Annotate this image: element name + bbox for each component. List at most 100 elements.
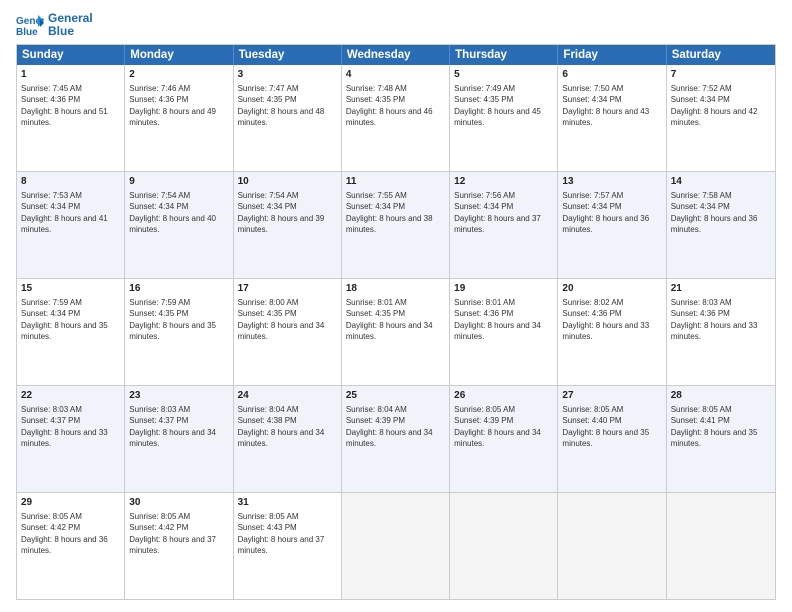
calendar-cell: 24Sunrise: 8:04 AMSunset: 4:38 PMDayligh… (234, 386, 342, 492)
calendar-cell: 8 Sunrise: 7:53 AMSunset: 4:34 PMDaylight… (17, 172, 125, 278)
day-number: 27 (562, 389, 661, 403)
calendar-cell (667, 493, 775, 599)
cell-text: Sunrise: 8:05 AMSunset: 4:42 PMDaylight:… (129, 512, 216, 555)
calendar-header-cell: Sunday (17, 45, 125, 65)
calendar-cell: 31 Sunrise: 8:05 AMSunset: 4:43 PMDayligh… (234, 493, 342, 599)
cell-text: Sunrise: 7:48 AMSunset: 4:35 PMDaylight:… (346, 84, 433, 127)
calendar-cell: 1 Sunrise: 7:45 AMSunset: 4:36 PMDaylight… (17, 65, 125, 171)
calendar-cell: 23Sunrise: 8:03 AMSunset: 4:37 PMDayligh… (125, 386, 233, 492)
cell-text: Sunrise: 8:05 AMSunset: 4:41 PMDaylight:… (671, 405, 758, 448)
day-number: 3 (238, 68, 337, 82)
calendar-cell: 13 Sunrise: 7:57 AMSunset: 4:34 PMDayligh… (558, 172, 666, 278)
cell-text: Sunrise: 7:57 AMSunset: 4:34 PMDaylight:… (562, 191, 649, 234)
day-number: 19 (454, 282, 553, 296)
calendar-cell: 5Sunrise: 7:49 AMSunset: 4:35 PMDaylight… (450, 65, 558, 171)
calendar-cell: 6 Sunrise: 7:50 AMSunset: 4:34 PMDaylight… (558, 65, 666, 171)
day-number: 15 (21, 282, 120, 296)
page-header: General Blue General Blue (16, 12, 776, 38)
calendar-week: 1 Sunrise: 7:45 AMSunset: 4:36 PMDaylight… (17, 65, 775, 172)
calendar-header-cell: Wednesday (342, 45, 450, 65)
calendar-cell: 25 Sunrise: 8:04 AMSunset: 4:39 PMDayligh… (342, 386, 450, 492)
cell-text: Sunrise: 8:05 AMSunset: 4:43 PMDaylight:… (238, 512, 325, 555)
calendar-cell (342, 493, 450, 599)
calendar-week: 22Sunrise: 8:03 AMSunset: 4:37 PMDayligh… (17, 386, 775, 493)
day-number: 13 (562, 175, 661, 189)
calendar-cell: 7 Sunrise: 7:52 AMSunset: 4:34 PMDaylight… (667, 65, 775, 171)
calendar-header-cell: Saturday (667, 45, 775, 65)
calendar-cell: 26 Sunrise: 8:05 AMSunset: 4:39 PMDayligh… (450, 386, 558, 492)
calendar-cell: 4 Sunrise: 7:48 AMSunset: 4:35 PMDaylight… (342, 65, 450, 171)
calendar-week: 8 Sunrise: 7:53 AMSunset: 4:34 PMDaylight… (17, 172, 775, 279)
day-number: 22 (21, 389, 120, 403)
cell-text: Sunrise: 8:05 AMSunset: 4:40 PMDaylight:… (562, 405, 649, 448)
calendar-cell (450, 493, 558, 599)
day-number: 31 (238, 496, 337, 510)
calendar-cell: 11 Sunrise: 7:55 AMSunset: 4:34 PMDayligh… (342, 172, 450, 278)
day-number: 20 (562, 282, 661, 296)
calendar-body: 1 Sunrise: 7:45 AMSunset: 4:36 PMDaylight… (17, 65, 775, 599)
cell-text: Sunrise: 8:05 AMSunset: 4:42 PMDaylight:… (21, 512, 108, 555)
calendar-cell: 17Sunrise: 8:00 AMSunset: 4:35 PMDayligh… (234, 279, 342, 385)
day-number: 4 (346, 68, 445, 82)
cell-text: Sunrise: 8:04 AMSunset: 4:39 PMDaylight:… (346, 405, 433, 448)
calendar-week: 29Sunrise: 8:05 AMSunset: 4:42 PMDayligh… (17, 493, 775, 599)
calendar-cell: 3 Sunrise: 7:47 AMSunset: 4:35 PMDaylight… (234, 65, 342, 171)
calendar-cell: 19 Sunrise: 8:01 AMSunset: 4:36 PMDayligh… (450, 279, 558, 385)
calendar-cell: 14 Sunrise: 7:58 AMSunset: 4:34 PMDayligh… (667, 172, 775, 278)
calendar-header-cell: Friday (558, 45, 666, 65)
calendar-cell: 2 Sunrise: 7:46 AMSunset: 4:36 PMDaylight… (125, 65, 233, 171)
cell-text: Sunrise: 7:45 AMSunset: 4:36 PMDaylight:… (21, 84, 108, 127)
day-number: 7 (671, 68, 771, 82)
cell-text: Sunrise: 7:58 AMSunset: 4:34 PMDaylight:… (671, 191, 758, 234)
cell-text: Sunrise: 7:54 AMSunset: 4:34 PMDaylight:… (238, 191, 325, 234)
cell-text: Sunrise: 8:01 AMSunset: 4:35 PMDaylight:… (346, 298, 433, 341)
day-number: 18 (346, 282, 445, 296)
cell-text: Sunrise: 7:52 AMSunset: 4:34 PMDaylight:… (671, 84, 758, 127)
day-number: 21 (671, 282, 771, 296)
cell-text: Sunrise: 7:54 AMSunset: 4:34 PMDaylight:… (129, 191, 216, 234)
logo-text-blue: Blue (48, 25, 93, 38)
day-number: 1 (21, 68, 120, 82)
day-number: 14 (671, 175, 771, 189)
calendar-header-cell: Tuesday (234, 45, 342, 65)
cell-text: Sunrise: 8:05 AMSunset: 4:39 PMDaylight:… (454, 405, 541, 448)
day-number: 10 (238, 175, 337, 189)
calendar-cell: 22Sunrise: 8:03 AMSunset: 4:37 PMDayligh… (17, 386, 125, 492)
calendar-cell: 16 Sunrise: 7:59 AMSunset: 4:35 PMDayligh… (125, 279, 233, 385)
day-number: 17 (238, 282, 337, 296)
calendar-week: 15 Sunrise: 7:59 AMSunset: 4:34 PMDayligh… (17, 279, 775, 386)
day-number: 9 (129, 175, 228, 189)
cell-text: Sunrise: 8:02 AMSunset: 4:36 PMDaylight:… (562, 298, 649, 341)
calendar-cell: 28Sunrise: 8:05 AMSunset: 4:41 PMDayligh… (667, 386, 775, 492)
day-number: 16 (129, 282, 228, 296)
calendar-cell (558, 493, 666, 599)
day-number: 5 (454, 68, 553, 82)
calendar-cell: 27 Sunrise: 8:05 AMSunset: 4:40 PMDayligh… (558, 386, 666, 492)
cell-text: Sunrise: 7:55 AMSunset: 4:34 PMDaylight:… (346, 191, 433, 234)
calendar-header-cell: Monday (125, 45, 233, 65)
day-number: 26 (454, 389, 553, 403)
day-number: 8 (21, 175, 120, 189)
day-number: 2 (129, 68, 228, 82)
logo: General Blue General Blue (16, 12, 93, 38)
day-number: 25 (346, 389, 445, 403)
cell-text: Sunrise: 7:46 AMSunset: 4:36 PMDaylight:… (129, 84, 216, 127)
cell-text: Sunrise: 7:59 AMSunset: 4:35 PMDaylight:… (129, 298, 216, 341)
cell-text: Sunrise: 7:47 AMSunset: 4:35 PMDaylight:… (238, 84, 325, 127)
day-number: 12 (454, 175, 553, 189)
calendar-header-cell: Thursday (450, 45, 558, 65)
cell-text: Sunrise: 8:01 AMSunset: 4:36 PMDaylight:… (454, 298, 541, 341)
day-number: 11 (346, 175, 445, 189)
cell-text: Sunrise: 7:53 AMSunset: 4:34 PMDaylight:… (21, 191, 108, 234)
logo-icon: General Blue (16, 13, 44, 37)
day-number: 6 (562, 68, 661, 82)
calendar-cell: 21 Sunrise: 8:03 AMSunset: 4:36 PMDayligh… (667, 279, 775, 385)
calendar-cell: 10 Sunrise: 7:54 AMSunset: 4:34 PMDayligh… (234, 172, 342, 278)
cell-text: Sunrise: 7:50 AMSunset: 4:34 PMDaylight:… (562, 84, 649, 127)
calendar: SundayMondayTuesdayWednesdayThursdayFrid… (16, 44, 776, 600)
day-number: 23 (129, 389, 228, 403)
cell-text: Sunrise: 8:03 AMSunset: 4:36 PMDaylight:… (671, 298, 758, 341)
day-number: 24 (238, 389, 337, 403)
calendar-cell: 18 Sunrise: 8:01 AMSunset: 4:35 PMDayligh… (342, 279, 450, 385)
cell-text: Sunrise: 7:59 AMSunset: 4:34 PMDaylight:… (21, 298, 108, 341)
